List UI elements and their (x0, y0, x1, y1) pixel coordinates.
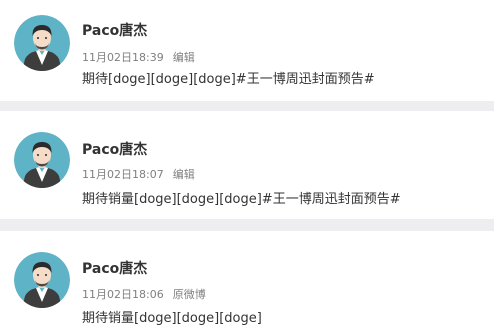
post-content: 期待[doge][doge][doge]#王一博周迅封面预告# (82, 72, 375, 87)
weibo-feed: Paco唐杰 11月02日18:39 编辑 期待[doge][doge][doge… (0, 0, 494, 329)
post-meta: 11月02日18:07 编辑 (82, 168, 195, 181)
author-name[interactable]: Paco唐杰 (82, 261, 147, 277)
author-avatar[interactable] (14, 132, 70, 188)
author-avatar[interactable] (14, 15, 70, 71)
post-timestamp[interactable]: 11月02日18:07 (82, 168, 164, 181)
author-name[interactable]: Paco唐杰 (82, 142, 147, 158)
post-content: 期待销量[doge][doge][doge] (82, 311, 262, 326)
view-original-post-link[interactable]: 原微博 (173, 288, 206, 301)
post-timestamp[interactable]: 11月02日18:39 (82, 51, 164, 64)
feed-post: Paco唐杰 11月02日18:39 编辑 期待[doge][doge][doge… (0, 0, 494, 101)
feed-post: Paco唐杰 11月02日18:06 原微博 期待销量[doge][doge][d… (0, 231, 494, 329)
post-edit-link[interactable]: 编辑 (173, 168, 195, 181)
post-content: 期待销量[doge][doge][doge]#王一博周迅封面预告# (82, 192, 401, 207)
avatar-illustration-icon (14, 15, 70, 71)
post-timestamp[interactable]: 11月02日18:06 (82, 288, 164, 301)
author-avatar[interactable] (14, 252, 70, 308)
avatar-illustration-icon (14, 252, 70, 308)
feed-post: Paco唐杰 11月02日18:07 编辑 期待销量[doge][doge][do… (0, 111, 494, 219)
post-meta: 11月02日18:06 原微博 (82, 288, 206, 301)
post-meta: 11月02日18:39 编辑 (82, 51, 195, 64)
avatar-illustration-icon (14, 132, 70, 188)
author-name[interactable]: Paco唐杰 (82, 23, 147, 39)
post-edit-link[interactable]: 编辑 (173, 51, 195, 64)
